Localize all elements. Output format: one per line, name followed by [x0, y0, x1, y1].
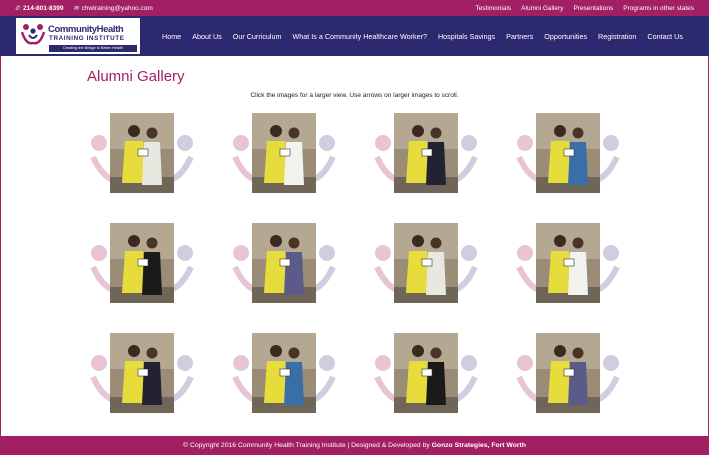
- alumni-photo: [394, 333, 458, 413]
- main-nav: Home About Us Our Curriculum What Is a C…: [162, 16, 694, 56]
- gallery-thumbnail[interactable]: [87, 333, 197, 415]
- nav-registration[interactable]: Registration: [598, 32, 636, 41]
- gallery-thumbnail[interactable]: [371, 333, 481, 415]
- alumni-photo: [536, 113, 600, 193]
- top-bar: ✆ 214-801-8399 ✉ chwtraining@yahoo.com Tes…: [0, 0, 709, 16]
- main-header: CommunityHealth TRAINING INSTITUTE Creat…: [0, 16, 709, 56]
- gallery-thumbnail[interactable]: [87, 223, 197, 305]
- top-link-testimonials[interactable]: Testimonials: [475, 5, 511, 12]
- nav-what-is-chw[interactable]: What Is a Community Healthcare Worker?: [293, 32, 427, 41]
- alumni-photo: [536, 333, 600, 413]
- alumni-photo: [110, 333, 174, 413]
- alumni-photo-image: [110, 113, 174, 193]
- nav-opportunities[interactable]: Opportunities: [544, 32, 587, 41]
- alumni-photo: [536, 223, 600, 303]
- alumni-photo: [110, 223, 174, 303]
- alumni-photo-image: [252, 223, 316, 303]
- alumni-photo-image: [394, 333, 458, 413]
- alumni-photo-image: [536, 333, 600, 413]
- alumni-photo-image: [394, 223, 458, 303]
- nav-contact-us[interactable]: Contact Us: [647, 32, 683, 41]
- logo-title: CommunityHealth: [48, 24, 124, 35]
- nav-our-curriculum[interactable]: Our Curriculum: [233, 32, 282, 41]
- gallery-thumbnail[interactable]: [513, 333, 623, 415]
- alumni-photo-image: [110, 333, 174, 413]
- alumni-photo-image: [536, 113, 600, 193]
- gallery-thumbnail[interactable]: [229, 223, 339, 305]
- alumni-photo: [252, 223, 316, 303]
- site-logo[interactable]: CommunityHealth TRAINING INSTITUTE Creat…: [16, 18, 140, 54]
- gallery-instructions: Click the images for a larger view. Use …: [250, 92, 459, 99]
- top-link-alumni-gallery[interactable]: Alumni Gallery: [521, 5, 563, 12]
- gallery-thumbnail[interactable]: [513, 223, 623, 305]
- phone-link[interactable]: ✆ 214-801-8399: [15, 5, 64, 12]
- gallery-thumbnail[interactable]: [229, 333, 339, 415]
- alumni-photo: [394, 113, 458, 193]
- footer-developer-link[interactable]: Gonzo Strategies, Fort Worth: [432, 442, 526, 449]
- gallery-thumbnail[interactable]: [513, 113, 623, 195]
- alumni-photo-image: [110, 223, 174, 303]
- alumni-photo-image: [252, 113, 316, 193]
- footer-copyright: © Copyright 2016 Community Health Traini…: [183, 442, 432, 449]
- alumni-photo-image: [536, 223, 600, 303]
- alumni-photo-image: [252, 333, 316, 413]
- contact-info: ✆ 214-801-8399 ✉ chwtraining@yahoo.com: [15, 5, 163, 12]
- page-title: Alumni Gallery: [87, 68, 185, 85]
- gallery-thumbnail[interactable]: [87, 113, 197, 195]
- nav-partners[interactable]: Partners: [506, 32, 533, 41]
- nav-home[interactable]: Home: [162, 32, 181, 41]
- gallery-thumbnail[interactable]: [371, 223, 481, 305]
- nav-hospitals-savings[interactable]: Hospitals Savings: [438, 32, 495, 41]
- alumni-photo-image: [394, 113, 458, 193]
- top-link-presentations[interactable]: Presentations: [573, 5, 613, 12]
- secondary-menu: Testimonials Alumni Gallery Presentation…: [465, 5, 694, 12]
- gallery-thumbnail[interactable]: [229, 113, 339, 195]
- gallery-thumbnail[interactable]: [371, 113, 481, 195]
- nav-about-us[interactable]: About Us: [192, 32, 222, 41]
- envelope-icon: ✉: [73, 5, 79, 12]
- community-logo-icon: [20, 24, 46, 45]
- phone-icon: ✆: [15, 5, 21, 12]
- alumni-photo: [394, 223, 458, 303]
- alumni-photo: [252, 333, 316, 413]
- footer: © Copyright 2016 Community Health Traini…: [0, 436, 709, 455]
- alumni-photo: [110, 113, 174, 193]
- top-link-programs-other-states[interactable]: Programs in other states: [623, 5, 694, 12]
- email-link[interactable]: ✉ chwtraining@yahoo.com: [74, 5, 153, 12]
- logo-subtitle: TRAINING INSTITUTE: [49, 35, 125, 42]
- alumni-photo: [252, 113, 316, 193]
- logo-tagline: Creating the Bridge to Better Health: [49, 45, 137, 52]
